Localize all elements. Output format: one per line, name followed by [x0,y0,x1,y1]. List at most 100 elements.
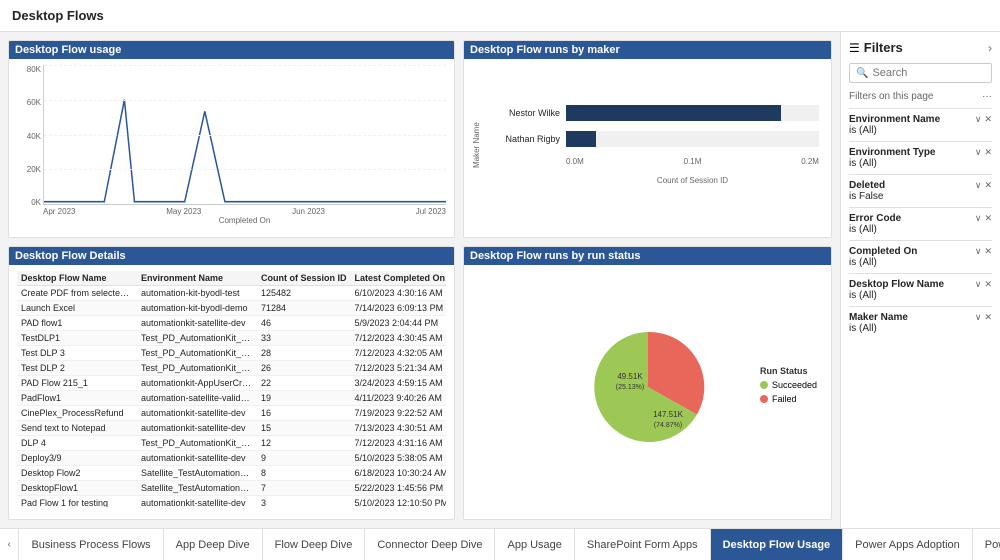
table-row: DesktopFlow1Satellite_TestAutomationKIT7… [17,481,446,496]
table-row: CinePlex_ProcessRefundautomationkit-sate… [17,406,446,421]
filter-item[interactable]: Deleted ∨ ✕ is False [849,174,992,207]
table-cell: Test_PD_AutomationKit_Satellite [137,361,257,376]
table-row: Deploy3/9automationkit-satellite-dev95/1… [17,451,446,466]
search-box[interactable]: 🔍 [849,63,992,83]
tabs-container: Business Process FlowsApp Deep DiveFlow … [19,529,1000,560]
maker-row-nathan: Nathan Rigby [490,131,819,147]
table-cell: 3/24/2023 4:59:15 AM [351,376,447,391]
filter-item[interactable]: Completed On ∨ ✕ is (All) [849,240,992,273]
maker-chart-title: Desktop Flow runs by maker [464,41,831,59]
clear-filter-icon[interactable]: ✕ [984,312,992,323]
table-cell: Deploy3/9 [17,451,137,466]
col-session-count: Count of Session ID [257,271,351,286]
chevron-down-icon[interactable]: ∨ [975,147,982,158]
clear-filter-icon[interactable]: ✕ [984,180,992,191]
filters-close-btn[interactable]: › [988,41,992,55]
tab-power[interactable]: Power [973,529,1000,560]
tab-sharepoint-form-apps[interactable]: SharePoint Form Apps [575,529,711,560]
tab-connector-deep-dive[interactable]: Connector Deep Dive [365,529,495,560]
page-header: Desktop Flows [0,0,1000,32]
clear-filter-icon[interactable]: ✕ [984,279,992,290]
clear-filter-icon[interactable]: ✕ [984,147,992,158]
table-cell: Satellite_TestAutomationKIT [137,481,257,496]
maker-chart-card: Desktop Flow runs by maker Maker Name Ne… [463,40,832,238]
table-cell: automationkit-satellite-dev [137,316,257,331]
table-row: Pad Flow 1 for testingautomationkit-sate… [17,496,446,508]
maker-name-nathan: Nathan Rigby [490,134,560,144]
table-cell: automationkit-satellite-dev [137,451,257,466]
clear-filter-icon[interactable]: ✕ [984,114,992,125]
x-label-jul: Jul 2023 [416,207,446,216]
search-input[interactable] [872,67,985,79]
succeeded-legend-label: Succeeded [772,380,817,390]
x-label-01m: 0.1M [684,157,702,166]
filter-label: Desktop Flow Name [849,279,944,290]
table-cell: Create PDF from selected PDF page(s) - C… [17,286,137,301]
table-cell: 15 [257,421,351,436]
filter-item-header: Deleted ∨ ✕ [849,180,992,191]
table-cell: automation-satellite-validation [137,391,257,406]
chevron-down-icon[interactable]: ∨ [975,213,982,224]
filter-value: is (All) [849,158,992,169]
table-cell: 5/10/2023 12:10:50 PM [351,496,447,508]
table-cell: Test DLP 2 [17,361,137,376]
main-content: Desktop Flow usage 80K 60K 40K 20K 0K [0,32,1000,528]
table-row: TestDLP1Test_PD_AutomationKit_Satellite3… [17,331,446,346]
clear-filter-icon[interactable]: ✕ [984,213,992,224]
chevron-down-icon[interactable]: ∨ [975,114,982,125]
chevron-down-icon[interactable]: ∨ [975,279,982,290]
table-cell: automation-kit-byodl-test [137,286,257,301]
tab-power-apps-adoption[interactable]: Power Apps Adoption [843,529,973,560]
clear-filter-icon[interactable]: ✕ [984,246,992,257]
table-cell: 7/14/2023 6:09:13 PM [351,301,447,316]
filter-item[interactable]: Environment Name ∨ ✕ is (All) [849,108,992,141]
table-cell: PAD Flow 215_1 [17,376,137,391]
table-cell: 5/9/2023 2:04:44 PM [351,316,447,331]
table-row: DLP 4Test_PD_AutomationKit_Satellite127/… [17,436,446,451]
x-label-jun: Jun 2023 [292,207,325,216]
filter-item-header: Environment Type ∨ ✕ [849,147,992,158]
tab-flow-deep-dive[interactable]: Flow Deep Dive [263,529,366,560]
filter-item[interactable]: Maker Name ∨ ✕ is (All) [849,306,992,339]
filter-item[interactable]: Environment Type ∨ ✕ is (All) [849,141,992,174]
filter-icons: ∨ ✕ [975,213,992,224]
filter-item[interactable]: Desktop Flow Name ∨ ✕ is (All) [849,273,992,306]
tab-app-usage[interactable]: App Usage [495,529,574,560]
chevron-down-icon[interactable]: ∨ [975,312,982,323]
table-row: Launch Excelautomation-kit-byodl-demo712… [17,301,446,316]
top-row: Desktop Flow usage 80K 60K 40K 20K 0K [8,40,832,238]
legend-failed: Failed [760,394,817,404]
table-row: Test DLP 2Test_PD_AutomationKit_Satellit… [17,361,446,376]
table-cell: 16 [257,406,351,421]
filter-item[interactable]: Error Code ∨ ✕ is (All) [849,207,992,240]
table-cell: 4/11/2023 9:40:26 AM [351,391,447,406]
table-cell: 9 [257,451,351,466]
table-row: PAD Flow 215_1automationkit-AppUserCreat… [17,376,446,391]
y-label-20k: 20K [17,165,41,174]
chevron-down-icon[interactable]: ∨ [975,246,982,257]
filter-value: is False [849,191,992,202]
table-cell: 46 [257,316,351,331]
x-label-apr: Apr 2023 [43,207,75,216]
filter-icons: ∨ ✕ [975,147,992,158]
filter-value: is (All) [849,125,992,136]
table-cell: automationkit-satellite-dev [137,421,257,436]
tab-desktop-flow-usage[interactable]: Desktop Flow Usage [711,529,844,560]
table-cell: 125482 [257,286,351,301]
tab-app-deep-dive[interactable]: App Deep Dive [164,529,263,560]
x-label-may: May 2023 [166,207,201,216]
table-cell: Test_PD_AutomationKit_Satellite [137,436,257,451]
details-table: Desktop Flow Name Environment Name Count… [17,271,446,507]
details-title: Desktop Flow Details [9,247,454,265]
table-cell: 7/12/2023 4:32:05 AM [351,346,447,361]
tab-nav-left[interactable]: ‹ [0,529,19,560]
filter-value: is (All) [849,224,992,235]
table-cell: Pad Flow 1 for testing [17,496,137,508]
table-cell: 7/19/2023 9:22:52 AM [351,406,447,421]
table-cell: 7/13/2023 4:30:51 AM [351,421,447,436]
failed-pct: (25.13%) [615,384,643,391]
tab-business-process-flows[interactable]: Business Process Flows [19,529,163,560]
table-cell: 19 [257,391,351,406]
chevron-down-icon[interactable]: ∨ [975,180,982,191]
maker-bar-nathan [566,131,819,147]
